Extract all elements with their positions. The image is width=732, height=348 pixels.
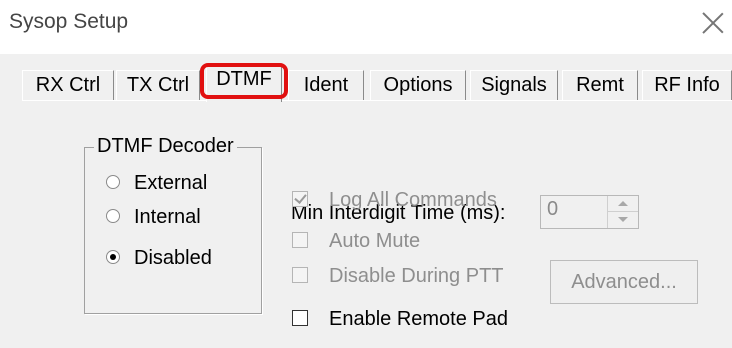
tab-tx-ctrl[interactable]: TX Ctrl <box>116 70 200 100</box>
title-bar: Sysop Setup <box>0 0 732 54</box>
enable-remote-pad-label: Enable Remote Pad <box>329 308 509 330</box>
dialog-body: RX Ctrl TX Ctrl DTMF Ident Options Signa… <box>0 54 732 348</box>
radio-disabled-label: Disabled <box>134 247 212 269</box>
window-title: Sysop Setup <box>9 10 129 33</box>
tab-signals[interactable]: Signals <box>470 70 558 100</box>
advanced-button[interactable]: Advanced... <box>550 260 698 304</box>
radio-disabled-button[interactable] <box>106 250 120 264</box>
tab-rf-info[interactable]: RF Info <box>642 70 732 100</box>
tab-ident[interactable]: Ident <box>288 70 364 100</box>
dtmf-decoder-legend: DTMF Decoder <box>94 134 237 158</box>
spinner-buttons <box>607 196 638 228</box>
radio-external-label: External <box>134 172 208 194</box>
log-all-commands-label: Log All Commands <box>329 189 497 211</box>
tab-remt[interactable]: Remt <box>562 70 638 100</box>
tab-strip-line <box>22 100 732 101</box>
auto-mute-label: Auto Mute <box>329 230 421 252</box>
disable-during-ptt-label: Disable During PTT <box>329 265 504 287</box>
disable-during-ptt-box[interactable] <box>292 267 308 283</box>
spinner-up-icon[interactable] <box>608 196 638 212</box>
enable-remote-pad-box[interactable] <box>292 310 308 326</box>
tab-options[interactable]: Options <box>370 70 466 100</box>
radio-external-button[interactable] <box>106 175 120 189</box>
close-icon[interactable] <box>702 12 724 34</box>
tab-rx-ctrl[interactable]: RX Ctrl <box>22 70 114 100</box>
radio-internal-button[interactable] <box>106 209 120 223</box>
radio-internal-label: Internal <box>134 206 201 228</box>
tab-strip: RX Ctrl TX Ctrl DTMF Ident Options Signa… <box>0 54 732 114</box>
interdigit-value[interactable]: 0 <box>547 198 558 221</box>
interdigit-spinner[interactable]: 0 <box>540 195 639 229</box>
log-all-commands-box[interactable] <box>292 191 308 207</box>
auto-mute-box[interactable] <box>292 232 308 248</box>
spinner-down-icon[interactable] <box>608 212 638 228</box>
tab-dtmf[interactable]: DTMF <box>206 64 282 102</box>
